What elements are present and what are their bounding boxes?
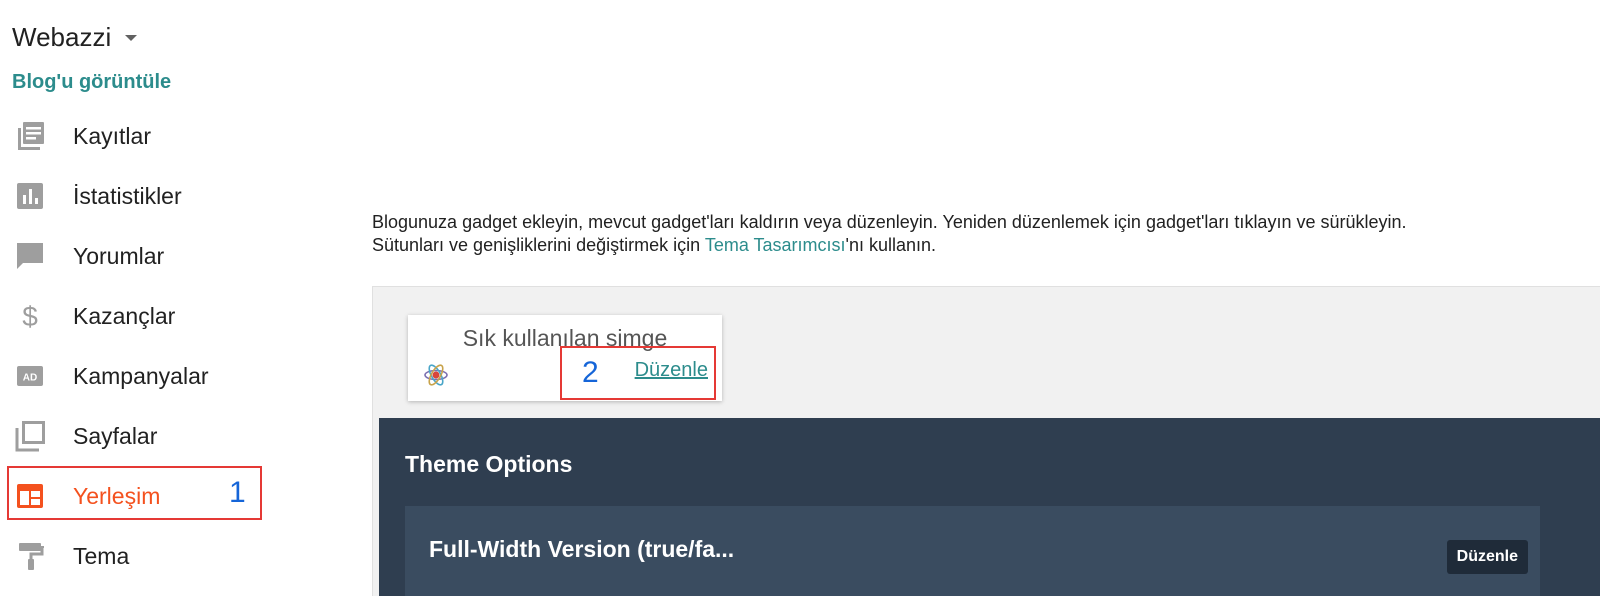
sidebar-item-theme[interactable]: Tema bbox=[0, 526, 340, 586]
view-blog-link[interactable]: Blog'u görüntüle bbox=[12, 71, 171, 94]
theme-roller-icon bbox=[14, 540, 46, 572]
sidebar-item-comments[interactable]: Yorumlar bbox=[0, 226, 340, 286]
dollar-icon: $ bbox=[14, 300, 46, 332]
annotation-number-2: 2 bbox=[582, 356, 599, 389]
theme-option-label: Full-Width Version (true/fa... bbox=[429, 536, 735, 562]
sidebar-item-earnings[interactable]: $ Kazançlar bbox=[0, 286, 340, 346]
description-line-1: Blogunuza gadget ekleyin, mevcut gadget'… bbox=[372, 212, 1407, 232]
theme-option-edit-button[interactable]: Düzenle bbox=[1446, 540, 1528, 574]
theme-option-row[interactable]: Full-Width Version (true/fa... Düzenle bbox=[405, 506, 1540, 596]
blog-name: Webazzi bbox=[12, 22, 112, 52]
sidebar-item-posts[interactable]: Kayıtlar bbox=[0, 106, 340, 166]
sidebar-item-label: Kampanyalar bbox=[73, 362, 209, 389]
sidebar-item-campaigns[interactable]: AD Kampanyalar bbox=[0, 346, 340, 406]
theme-designer-link[interactable]: Tema Tasarımcısı bbox=[705, 235, 846, 255]
theme-options-title: Theme Options bbox=[405, 451, 573, 477]
description-line-2: Sütunları ve genişliklerini değiştirmek … bbox=[372, 234, 1572, 257]
posts-icon bbox=[14, 120, 46, 152]
stats-icon bbox=[14, 180, 46, 212]
ad-icon: AD bbox=[14, 360, 46, 392]
sidebar-item-pages[interactable]: Sayfalar bbox=[0, 406, 340, 466]
annotation-box-1 bbox=[7, 466, 262, 520]
annotation-number-1: 1 bbox=[229, 476, 246, 509]
sidebar-item-label: Kayıtlar bbox=[73, 122, 151, 149]
description-prefix: Sütunları ve genişliklerini değiştirmek … bbox=[372, 235, 705, 255]
sidebar-item-label: Sayfalar bbox=[73, 422, 158, 449]
caret-down-icon bbox=[125, 34, 138, 41]
pages-icon bbox=[14, 420, 46, 452]
theme-options-panel: Theme Options Full-Width Version (true/f… bbox=[379, 418, 1600, 596]
svg-text:$: $ bbox=[22, 301, 38, 332]
description-suffix: 'nı kullanın. bbox=[845, 235, 937, 255]
sidebar-item-label: Tema bbox=[73, 542, 130, 569]
sidebar-item-label: Kazançlar bbox=[73, 302, 176, 329]
svg-text:AD: AD bbox=[23, 373, 37, 384]
atom-favicon-icon bbox=[423, 362, 449, 388]
sidebar-item-label: Yorumlar bbox=[73, 242, 165, 269]
sidebar-item-stats[interactable]: İstatistikler bbox=[0, 166, 340, 226]
blog-switcher[interactable]: Webazzi bbox=[12, 22, 138, 53]
sidebar: Webazzi Blog'u görüntüle Kayıtlar İstati… bbox=[0, 0, 340, 596]
comments-icon bbox=[14, 240, 46, 272]
sidebar-item-label: İstatistikler bbox=[73, 182, 182, 209]
layout-description: Blogunuza gadget ekleyin, mevcut gadget'… bbox=[372, 211, 1572, 257]
